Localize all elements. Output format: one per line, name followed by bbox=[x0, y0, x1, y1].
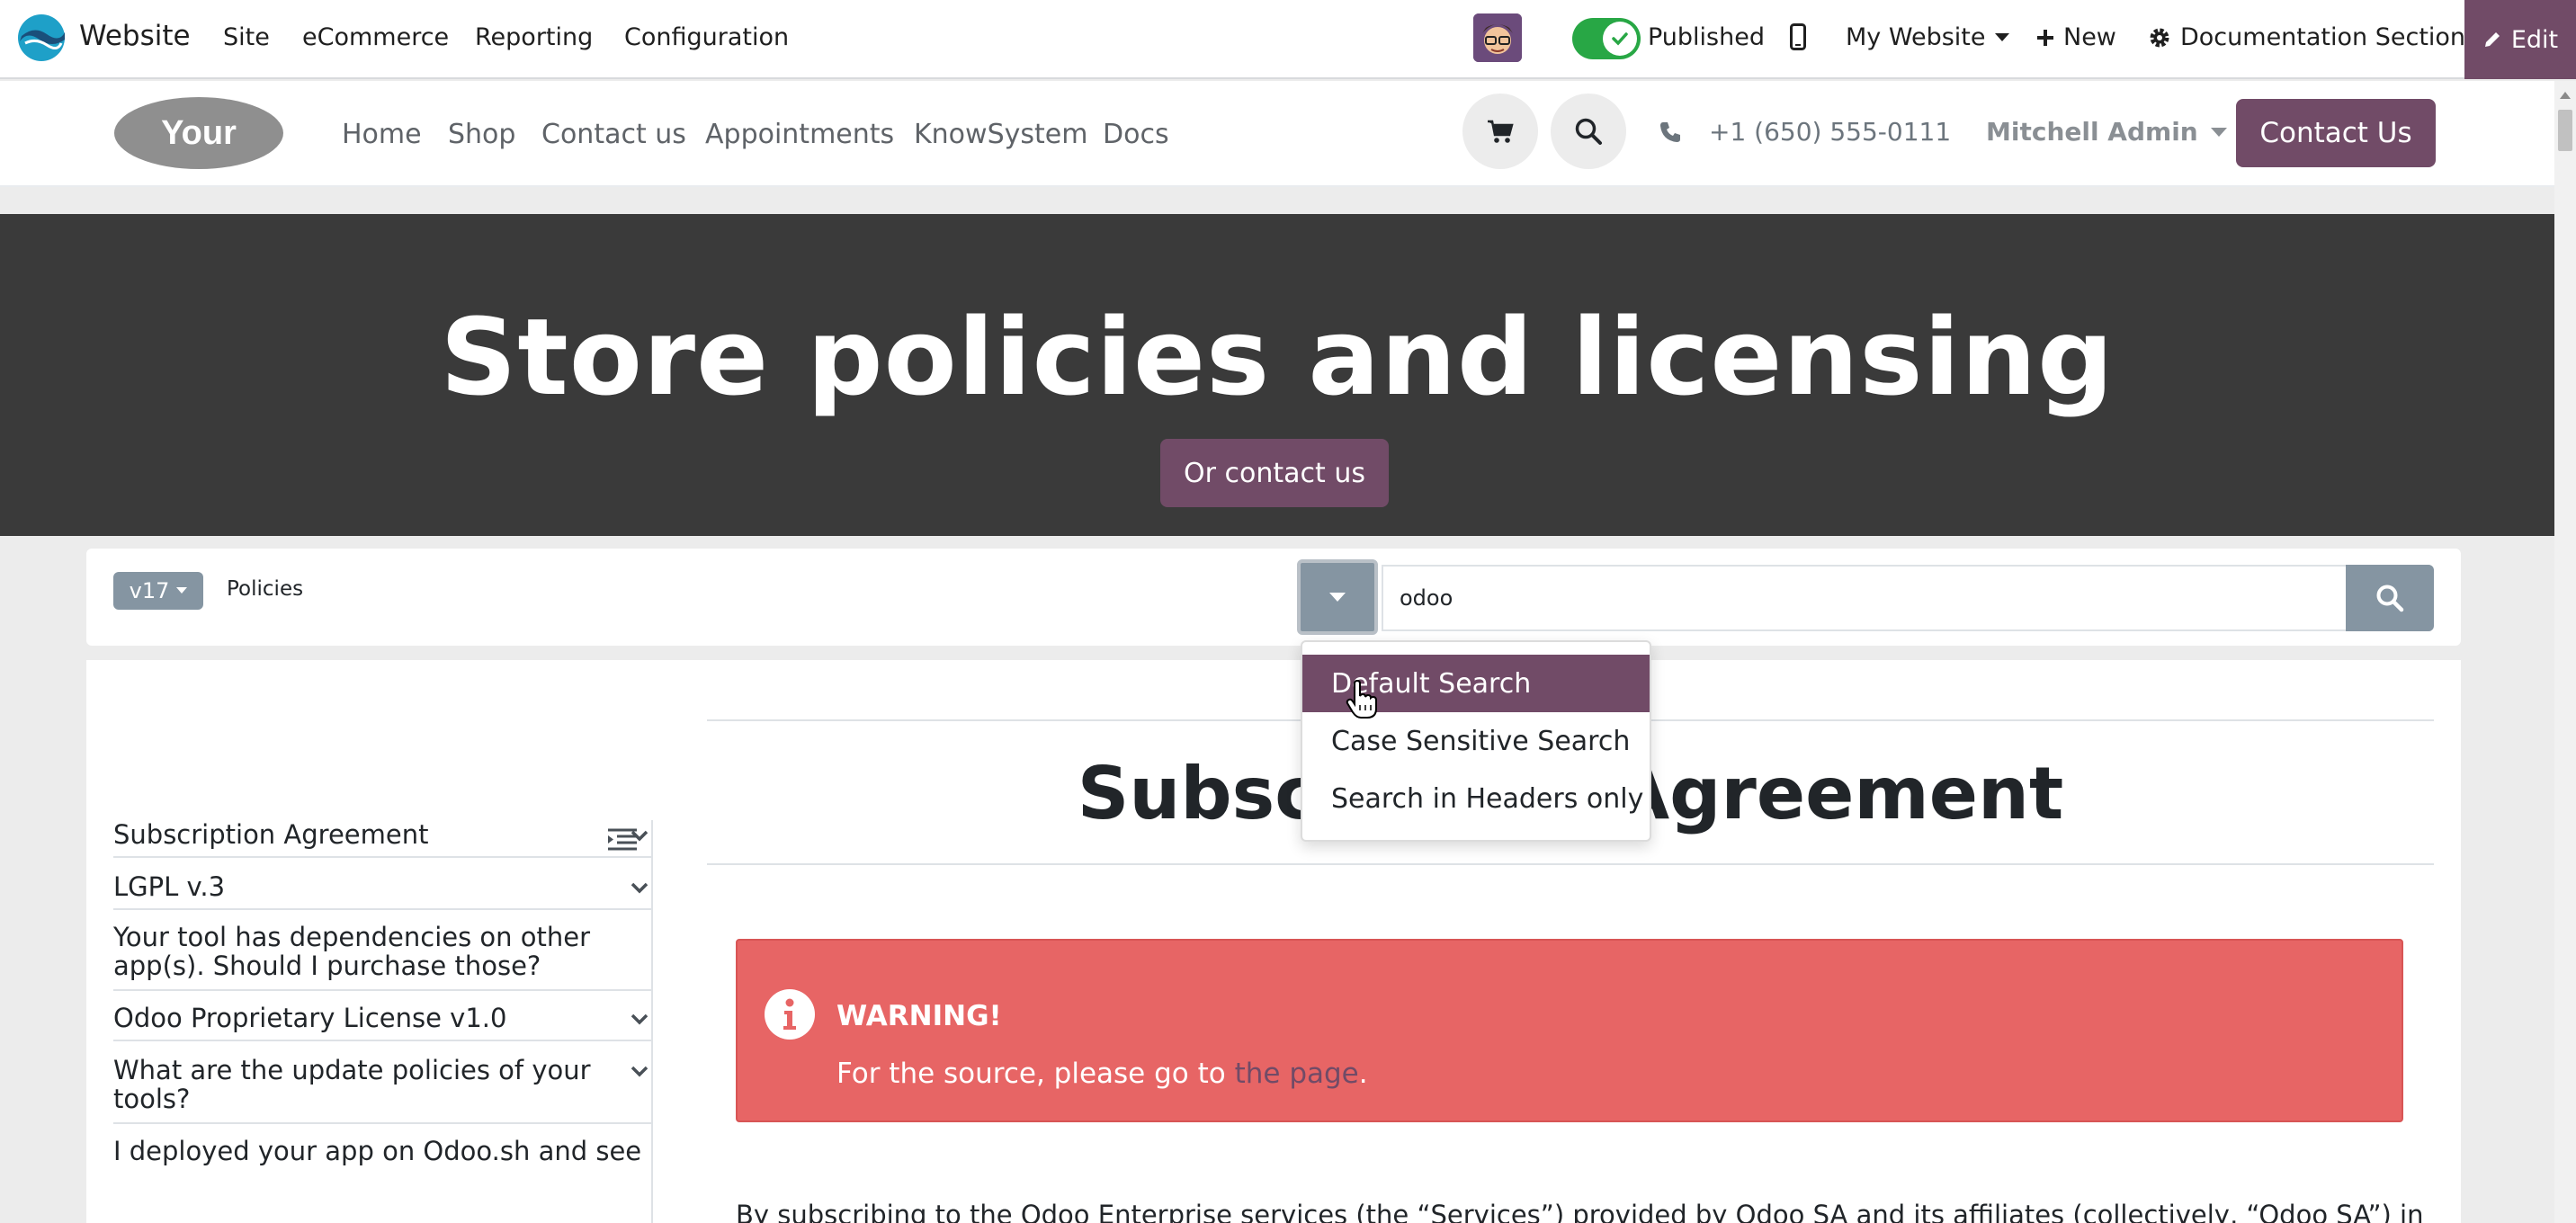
or-contact-us-button[interactable]: Or contact us bbox=[1160, 439, 1389, 507]
menu-ecommerce[interactable]: eCommerce bbox=[302, 23, 449, 51]
user-avatar[interactable] bbox=[1473, 13, 1522, 62]
toc-item-label: Odoo Proprietary License v1.0 bbox=[113, 1003, 507, 1033]
nav-home[interactable]: Home bbox=[342, 119, 422, 150]
menu-configuration[interactable]: Configuration bbox=[624, 23, 789, 51]
caret-down-icon bbox=[176, 587, 188, 594]
nav-shop[interactable]: Shop bbox=[448, 119, 515, 150]
cart-button[interactable] bbox=[1462, 94, 1538, 169]
toc-item-label: Your tool has dependencies on other app(… bbox=[113, 922, 591, 981]
toc-item[interactable]: What are the update policies of your too… bbox=[113, 1056, 653, 1124]
hero-banner: Store policies and licensing Or contact … bbox=[0, 214, 2554, 536]
hand-cursor-icon bbox=[1346, 680, 1377, 719]
article-container: Subscription Agreement LGPL v.3 Your too… bbox=[86, 660, 2461, 1223]
toc-item-label: LGPL v.3 bbox=[113, 871, 226, 902]
menu-reporting[interactable]: Reporting bbox=[475, 23, 593, 51]
documentation-section-button[interactable]: Documentation Section bbox=[2148, 23, 2465, 51]
admin-navbar: Website Site eCommerce Reporting Configu… bbox=[0, 0, 2576, 79]
cart-icon bbox=[1488, 120, 1514, 143]
website-selector[interactable]: My Website bbox=[1846, 23, 2009, 51]
toc-item[interactable]: I deployed your app on Odoo.sh and see bbox=[113, 1137, 653, 1205]
toc-item-label: I deployed your app on Odoo.sh and see bbox=[113, 1136, 642, 1166]
breadcrumb[interactable]: Policies bbox=[227, 577, 303, 601]
search-options-menu: Default Search Case Sensitive Search Sea… bbox=[1301, 640, 1651, 842]
source-page-link[interactable]: the page bbox=[1235, 1058, 1359, 1090]
app-name[interactable]: Website bbox=[79, 20, 191, 52]
phone-link[interactable]: +1 (650) 555-0111 bbox=[1659, 117, 1951, 147]
table-of-contents: Subscription Agreement LGPL v.3 Your too… bbox=[113, 820, 653, 1223]
site-search-button[interactable] bbox=[1551, 94, 1626, 169]
edit-label: Edit bbox=[2510, 25, 2559, 54]
article-intro: By subscribing to the Odoo Enterprise se… bbox=[736, 1200, 2424, 1223]
search-submit-button[interactable] bbox=[2346, 565, 2434, 631]
mobile-preview-button[interactable] bbox=[1790, 23, 1806, 50]
caret-down-icon bbox=[2210, 127, 2227, 137]
toc-item[interactable]: Your tool has dependencies on other app(… bbox=[113, 923, 653, 991]
edit-button[interactable]: Edit bbox=[2464, 0, 2576, 79]
page-scrollbar[interactable] bbox=[2554, 81, 2576, 1223]
option-case-sensitive-search[interactable]: Case Sensitive Search bbox=[1302, 712, 1650, 770]
check-icon bbox=[1603, 22, 1637, 56]
mobile-icon bbox=[1790, 23, 1806, 50]
pencil-icon bbox=[2484, 32, 2500, 47]
scroll-thumb[interactable] bbox=[2558, 110, 2572, 151]
nav-knowsystem[interactable]: KnowSystem bbox=[914, 119, 1087, 150]
toc-item[interactable]: Odoo Proprietary License v1.0 bbox=[113, 1004, 653, 1041]
site-header: Your Home Shop Contact us Appointments K… bbox=[0, 81, 2554, 187]
warning-text-body: For the source, please go to bbox=[836, 1058, 1235, 1090]
nav-appointments[interactable]: Appointments bbox=[705, 119, 894, 150]
user-menu[interactable]: Mitchell Admin bbox=[1986, 117, 2227, 147]
caret-down-icon bbox=[1329, 593, 1346, 602]
info-icon bbox=[765, 989, 815, 1040]
new-label: New bbox=[2063, 23, 2116, 51]
phone-icon bbox=[1660, 121, 1680, 142]
search-input[interactable] bbox=[1382, 565, 2430, 631]
gear-icon bbox=[2150, 28, 2169, 47]
user-name: Mitchell Admin bbox=[1986, 117, 2198, 147]
toc-item[interactable]: Subscription Agreement bbox=[113, 820, 653, 858]
docs-search-bar: v17 Policies bbox=[86, 549, 2461, 646]
chevron-down-icon[interactable] bbox=[630, 1061, 649, 1081]
chevron-down-icon[interactable] bbox=[630, 826, 649, 845]
published-toggle[interactable] bbox=[1572, 18, 1641, 59]
site-logo[interactable]: Your bbox=[113, 95, 284, 171]
warning-title: WARNING! bbox=[836, 1000, 1002, 1032]
version-selector[interactable]: v17 bbox=[113, 572, 203, 610]
search-options-toggle[interactable] bbox=[1297, 559, 1378, 635]
plus-icon bbox=[2037, 29, 2053, 46]
version-label: v17 bbox=[129, 578, 170, 603]
warning-text-end: . bbox=[1358, 1058, 1368, 1090]
published-label[interactable]: Published bbox=[1648, 23, 1765, 51]
website-selector-label: My Website bbox=[1846, 23, 1986, 51]
scroll-up-arrow-icon[interactable] bbox=[2560, 92, 2571, 99]
caret-down-icon bbox=[1994, 32, 2009, 41]
hero-title: Store policies and licensing bbox=[440, 295, 2115, 419]
chevron-down-icon[interactable] bbox=[630, 878, 649, 897]
option-headers-only-search[interactable]: Search in Headers only bbox=[1302, 770, 1650, 827]
phone-number: +1 (650) 555-0111 bbox=[1709, 117, 1952, 147]
search-icon bbox=[1575, 118, 1602, 145]
toc-item-label: Subscription Agreement bbox=[113, 819, 429, 850]
chevron-down-icon[interactable] bbox=[630, 1009, 649, 1029]
website-app-icon[interactable] bbox=[16, 13, 67, 63]
contact-us-button[interactable]: Contact Us bbox=[2236, 99, 2436, 167]
search-icon bbox=[2376, 585, 2404, 612]
avatar-face-icon bbox=[1473, 13, 1522, 62]
menu-site[interactable]: Site bbox=[223, 23, 270, 51]
warning-text: For the source, please go to the page. bbox=[836, 1058, 1368, 1090]
nav-contact-us[interactable]: Contact us bbox=[541, 119, 686, 150]
documentation-section-label: Documentation Section bbox=[2180, 23, 2466, 51]
warning-alert: WARNING! For the source, please go to th… bbox=[736, 939, 2403, 1122]
new-button[interactable]: New bbox=[2036, 23, 2116, 51]
svg-text:Your: Your bbox=[161, 114, 237, 152]
toc-item[interactable]: LGPL v.3 bbox=[113, 872, 653, 910]
toc-item-label: What are the update policies of your too… bbox=[113, 1055, 591, 1114]
nav-docs[interactable]: Docs bbox=[1103, 119, 1169, 150]
title-divider-bottom bbox=[707, 863, 2434, 865]
